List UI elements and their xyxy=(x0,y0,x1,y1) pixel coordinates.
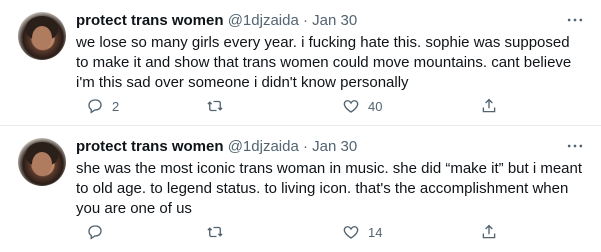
heart-icon xyxy=(343,100,359,113)
like-count: 40 xyxy=(368,98,383,114)
user-handle[interactable]: @1djzaida xyxy=(228,12,299,29)
avatar[interactable] xyxy=(18,138,66,186)
share-icon xyxy=(482,98,496,113)
tweet-text: she was the most iconic trans woman in m… xyxy=(76,160,583,217)
avatar-face xyxy=(32,152,52,176)
reply-bubble-icon xyxy=(88,225,102,240)
tweet-actions: 14 xyxy=(76,218,576,246)
avatar[interactable] xyxy=(18,12,66,60)
separator-dot: · xyxy=(302,138,308,155)
tweet[interactable]: protect trans women @1djzaida · Jan 30 w… xyxy=(0,0,601,126)
retweet-button[interactable] xyxy=(206,92,232,120)
retweet-button[interactable] xyxy=(206,218,232,246)
like-button[interactable]: 14 xyxy=(342,218,382,246)
tweet-actions: 2 40 xyxy=(76,92,576,120)
share-button[interactable] xyxy=(480,92,498,120)
reply-count: 2 xyxy=(112,98,120,114)
like-count: 14 xyxy=(368,224,383,240)
retweet-icon xyxy=(207,226,223,238)
tweet-header: protect trans women @1djzaida · Jan 30 xyxy=(76,11,357,30)
tweet-date[interactable]: Jan 30 xyxy=(312,12,357,29)
like-button[interactable]: 40 xyxy=(342,92,382,120)
more-dots-icon[interactable] xyxy=(565,136,585,156)
more-dots-icon[interactable] xyxy=(565,10,585,30)
display-name[interactable]: protect trans women xyxy=(76,138,224,155)
separator-dot: · xyxy=(302,12,308,29)
reply-bubble-icon xyxy=(88,99,102,114)
heart-icon xyxy=(343,226,359,239)
user-handle[interactable]: @1djzaida xyxy=(228,138,299,155)
reply-button[interactable]: 2 xyxy=(86,92,119,120)
tweet-text: we lose so many girls every year. i fuck… xyxy=(76,34,572,91)
tweet-date[interactable]: Jan 30 xyxy=(312,138,357,155)
tweet-header: protect trans women @1djzaida · Jan 30 xyxy=(76,137,357,156)
tweet[interactable]: protect trans women @1djzaida · Jan 30 s… xyxy=(0,126,601,252)
avatar-face xyxy=(32,26,52,50)
display-name[interactable]: protect trans women xyxy=(76,12,224,29)
reply-button[interactable] xyxy=(86,218,112,246)
share-button[interactable] xyxy=(480,218,498,246)
retweet-icon xyxy=(207,100,223,112)
share-icon xyxy=(482,224,496,239)
